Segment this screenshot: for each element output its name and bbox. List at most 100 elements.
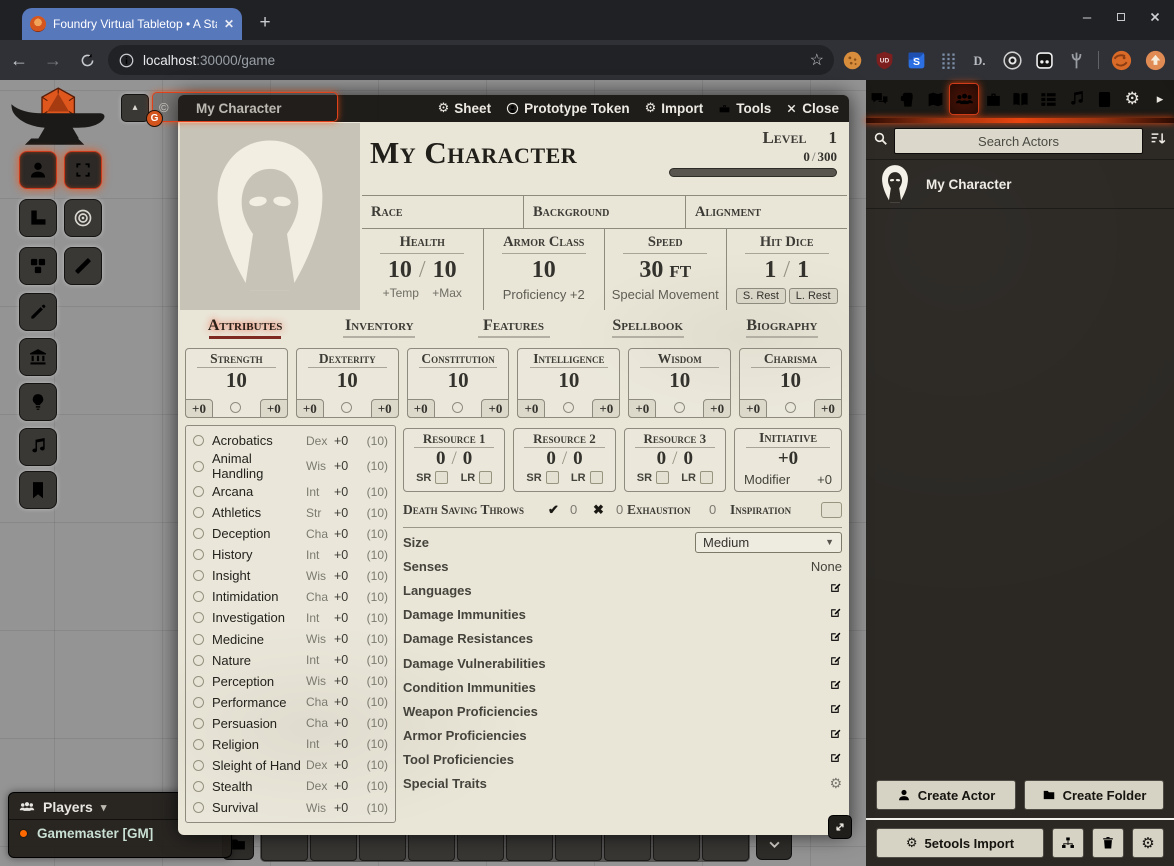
- trait-special-traits[interactable]: Special Traits ⚙: [403, 772, 842, 796]
- trait-languages[interactable]: Languages: [403, 578, 842, 602]
- background-field[interactable]: Background: [523, 196, 685, 228]
- skill-row[interactable]: IntimidationCha+0(10): [193, 586, 388, 607]
- actor-list-item[interactable]: My Character: [866, 159, 1174, 209]
- tab-close-icon[interactable]: ✕: [224, 17, 234, 31]
- proficiency-toggle[interactable]: [452, 402, 463, 413]
- tab-actors[interactable]: [949, 83, 979, 115]
- trait-tool-proficiencies[interactable]: Tool Proficiencies: [403, 748, 842, 772]
- sr-checkbox[interactable]: [435, 471, 448, 484]
- hit-dice-stat[interactable]: Hit Dice 1/1 S. Rest L. Rest: [726, 229, 848, 310]
- armor-class-stat[interactable]: Armor Class 10 Proficiency +2: [483, 229, 605, 310]
- edit-icon[interactable]: [829, 727, 842, 745]
- skill-row[interactable]: StealthDex+0(10): [193, 776, 388, 797]
- profile-avatar[interactable]: [1107, 46, 1135, 74]
- skill-proficiency-toggle[interactable]: [193, 718, 204, 729]
- skill-proficiency-toggle[interactable]: [193, 655, 204, 666]
- search-input[interactable]: [894, 128, 1143, 154]
- tab-spellbook[interactable]: Spellbook: [581, 315, 715, 346]
- tool-select-token-button[interactable]: [19, 151, 57, 189]
- race-field[interactable]: Race: [362, 196, 523, 228]
- sort-icon[interactable]: [1149, 130, 1167, 153]
- controls-collapse-button[interactable]: ▴: [121, 94, 149, 122]
- skill-proficiency-toggle[interactable]: [193, 781, 204, 792]
- skill-proficiency-toggle[interactable]: [193, 570, 204, 581]
- edit-icon[interactable]: [829, 606, 842, 624]
- window-minimize-button[interactable]: –: [1072, 4, 1102, 30]
- short-rest-button[interactable]: S. Rest: [736, 288, 786, 304]
- resource-3[interactable]: Resource 3 0/0 SR LR: [624, 428, 726, 492]
- tab-compendium[interactable]: [1091, 84, 1119, 114]
- lr-checkbox[interactable]: [700, 471, 713, 484]
- proficiency-toggle[interactable]: [230, 402, 241, 413]
- ability-dexterity[interactable]: Dexterity 10 +0 +0: [296, 348, 399, 418]
- skill-proficiency-toggle[interactable]: [193, 486, 204, 497]
- proficiency-toggle[interactable]: [341, 402, 352, 413]
- skill-proficiency-toggle[interactable]: [193, 528, 204, 539]
- lr-checkbox[interactable]: [479, 471, 492, 484]
- ability-strength[interactable]: Strength 10 +0 +0: [185, 348, 288, 418]
- tab-biography[interactable]: Biography: [715, 315, 849, 346]
- skill-proficiency-toggle[interactable]: [193, 802, 204, 813]
- ability-save-mod[interactable]: +0: [296, 399, 324, 418]
- refresh-button[interactable]: [72, 45, 102, 75]
- skill-proficiency-toggle[interactable]: [193, 507, 204, 518]
- close-window-button[interactable]: Close: [786, 101, 839, 116]
- skill-proficiency-toggle[interactable]: [193, 676, 204, 687]
- character-name-input[interactable]: My Character: [370, 135, 577, 171]
- skill-proficiency-toggle[interactable]: [193, 612, 204, 623]
- death-save-failure-count[interactable]: 0: [616, 502, 623, 517]
- import-button[interactable]: ⚙Import: [645, 101, 704, 116]
- skill-proficiency-toggle[interactable]: [193, 739, 204, 750]
- skill-row[interactable]: AthleticsStr+0(10): [193, 502, 388, 523]
- proficiency-toggle[interactable]: [785, 402, 796, 413]
- proficiency-toggle[interactable]: [674, 402, 685, 413]
- skill-proficiency-toggle[interactable]: [193, 435, 204, 446]
- settings-button[interactable]: ⚙: [1132, 828, 1164, 858]
- ability-check-mod[interactable]: +0: [371, 399, 399, 418]
- shield-extension-icon[interactable]: UD: [870, 46, 898, 74]
- prototype-token-button[interactable]: Prototype Token: [506, 101, 630, 116]
- fork-extension-icon[interactable]: [1062, 46, 1090, 74]
- speed-stat[interactable]: Speed 30 ft Special Movement: [604, 229, 726, 310]
- tools-button[interactable]: Tools: [718, 101, 771, 116]
- exhaustion-value[interactable]: 0: [709, 502, 716, 517]
- xp-text[interactable]: 0/300: [803, 149, 837, 165]
- site-info-icon[interactable]: [118, 52, 135, 69]
- trait-condition-immunities[interactable]: Condition Immunities: [403, 675, 842, 699]
- tool-target-button[interactable]: [64, 199, 102, 237]
- sr-checkbox[interactable]: [546, 471, 559, 484]
- ability-save-mod[interactable]: +0: [739, 399, 767, 418]
- update-browser-button[interactable]: [1141, 46, 1169, 74]
- hp-temp-label[interactable]: +Temp: [383, 286, 419, 300]
- window-header[interactable]: My Character ⚙Sheet Prototype Token ⚙Imp…: [178, 95, 849, 122]
- tab-tables[interactable]: [1035, 84, 1063, 114]
- bookmark-star-icon[interactable]: ☆: [810, 50, 824, 70]
- hp-tempmax-label[interactable]: +Max: [432, 286, 462, 300]
- ability-score-input[interactable]: 10: [518, 369, 619, 391]
- ability-save-mod[interactable]: +0: [628, 399, 656, 418]
- ability-check-mod[interactable]: +0: [703, 399, 731, 418]
- skill-proficiency-toggle[interactable]: [193, 461, 204, 472]
- trait-damage-immunities[interactable]: Damage Immunities: [403, 603, 842, 627]
- 5etools-import-button[interactable]: ⚙ 5etools Import: [876, 828, 1044, 858]
- ability-intelligence[interactable]: Intelligence 10 +0 +0: [517, 348, 620, 418]
- initiative-box[interactable]: Initiative +0 Modifier+0: [734, 428, 842, 492]
- sr-checkbox[interactable]: [656, 471, 669, 484]
- alignment-field[interactable]: Alignment: [685, 196, 847, 228]
- death-save-success-icon[interactable]: ✔: [548, 502, 559, 518]
- edit-icon[interactable]: [829, 654, 842, 672]
- skill-row[interactable]: PersuasionCha+0(10): [193, 713, 388, 734]
- ability-check-mod[interactable]: +0: [481, 399, 509, 418]
- skill-row[interactable]: HistoryInt+0(10): [193, 544, 388, 565]
- tab-inventory[interactable]: Inventory: [312, 315, 446, 346]
- tool-walls-button[interactable]: [19, 338, 57, 376]
- tool-select-targets-button[interactable]: [64, 151, 102, 189]
- ability-score-input[interactable]: 10: [297, 369, 398, 391]
- skill-proficiency-toggle[interactable]: [193, 549, 204, 560]
- ability-constitution[interactable]: Constitution 10 +0 +0: [407, 348, 510, 418]
- tab-features[interactable]: Features: [446, 315, 580, 346]
- window-maximize-button[interactable]: [1106, 4, 1136, 30]
- tool-draw-button[interactable]: [19, 293, 57, 331]
- ability-save-mod[interactable]: +0: [185, 399, 213, 418]
- skill-proficiency-toggle[interactable]: [193, 591, 204, 602]
